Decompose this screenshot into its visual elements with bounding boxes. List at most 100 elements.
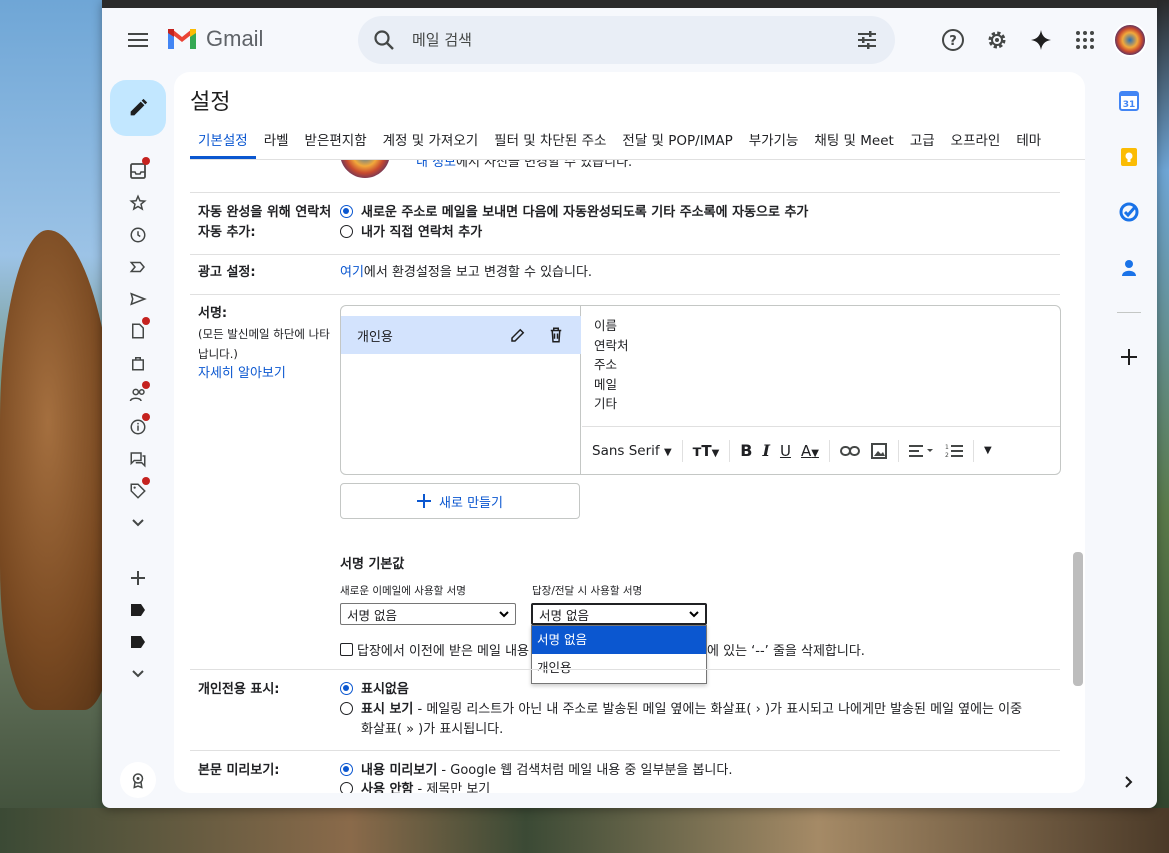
bold-icon[interactable]: B <box>740 441 752 460</box>
svg-text:31: 31 <box>1123 100 1136 110</box>
nav-promotions[interactable] <box>122 475 154 507</box>
tab-chat-meet[interactable]: 채팅 및 Meet <box>806 128 901 159</box>
main-menu-button[interactable] <box>120 22 156 58</box>
search-icon[interactable] <box>372 28 396 52</box>
tasks-app[interactable] <box>1117 200 1141 224</box>
create-new-signature-button[interactable]: 새로 만들기 <box>340 483 580 519</box>
font-select[interactable]: Sans Serif ▼ <box>592 443 672 459</box>
nav-important[interactable] <box>122 251 154 283</box>
snippets-option-show[interactable]: 내용 미리보기 - Google 웹 검색처럼 메일 내용 중 일부분을 봅니다… <box>340 761 732 781</box>
create-label-button[interactable] <box>122 562 154 594</box>
dropdown-option-none[interactable]: 서명 없음 <box>532 626 706 654</box>
forum-icon <box>130 452 146 468</box>
chevron-down-icon <box>499 611 509 618</box>
toolbar-divider <box>972 439 974 462</box>
radio-unselected[interactable] <box>340 702 353 715</box>
side-divider <box>1117 312 1141 313</box>
tab-filters[interactable]: 필터 및 차단된 주소 <box>486 128 614 159</box>
tab-accounts[interactable]: 계정 및 가져오기 <box>375 128 487 159</box>
search-input[interactable] <box>412 26 832 54</box>
nav-starred[interactable] <box>122 187 154 219</box>
search-options-icon[interactable] <box>855 28 879 52</box>
get-addons-button[interactable] <box>1117 345 1141 369</box>
align-icon[interactable] <box>908 444 935 458</box>
indicator-option-none[interactable]: 표시없음 <box>340 680 409 700</box>
contacts-app[interactable] <box>1117 256 1141 280</box>
nav-sent[interactable] <box>122 283 154 315</box>
settings-tabs: 기본설정 라벨 받은편지함 계정 및 가져오기 필터 및 차단된 주소 전달 및… <box>190 128 1085 160</box>
labels-more[interactable] <box>122 658 154 690</box>
new-email-signature-select[interactable]: 서명 없음 <box>340 603 516 625</box>
ads-link[interactable]: 여기 <box>340 265 364 280</box>
tab-labels[interactable]: 라벨 <box>256 128 297 159</box>
nav-updates[interactable] <box>122 411 154 443</box>
profile-link[interactable]: 내 정보 <box>416 160 456 170</box>
delete-trash-icon[interactable] <box>547 326 565 344</box>
italic-icon[interactable]: I <box>763 441 770 460</box>
show-side-panel-button[interactable] <box>1117 770 1141 794</box>
profile-picture-preview <box>340 160 390 178</box>
text-color-icon[interactable]: A▼ <box>801 442 819 460</box>
radio-unselected[interactable] <box>340 225 353 238</box>
signature-item-selected[interactable]: 개인용 <box>341 316 581 354</box>
autocomplete-option-auto[interactable]: 새로운 주소로 메일을 보내면 다음에 자동완성되도록 기타 주소록에 자동으로… <box>340 203 808 223</box>
tab-addons[interactable]: 부가기능 <box>741 128 807 159</box>
tab-general[interactable]: 기본설정 <box>190 128 256 159</box>
font-size-icon[interactable]: тT▼ <box>693 442 720 460</box>
account-avatar[interactable] <box>1113 23 1147 57</box>
search-bar[interactable] <box>358 16 895 64</box>
tab-advanced[interactable]: 고급 <box>902 128 943 159</box>
signature-text-editor[interactable]: 이름 연락처 주소 메일 기타 <box>582 306 1060 426</box>
settings-button[interactable] <box>977 20 1017 60</box>
autocomplete-option-manual[interactable]: 내가 직접 연락처 추가 <box>340 223 482 243</box>
nav-social[interactable] <box>122 379 154 411</box>
numbered-list-icon[interactable]: 12 <box>945 443 963 459</box>
indicator-option-show[interactable]: 표시 보기 - 메일링 리스트가 아닌 내 주소로 발송된 메일 옆에는 화살표… <box>340 700 1060 740</box>
radio-selected[interactable] <box>340 682 353 695</box>
chevron-right-icon <box>1125 776 1133 788</box>
unread-dot <box>142 413 150 421</box>
nav-forums[interactable] <box>122 443 154 475</box>
compose-button[interactable] <box>110 80 166 136</box>
keep-app[interactable] <box>1117 145 1141 169</box>
upgrade-button[interactable] <box>120 762 156 798</box>
support-button[interactable]: ? <box>933 20 973 60</box>
plus-icon <box>1121 349 1137 365</box>
calendar-app[interactable]: 31 <box>1117 89 1141 113</box>
tab-inbox[interactable]: 받은편지함 <box>297 128 375 159</box>
remove-dashes-checkbox[interactable] <box>340 643 353 656</box>
underline-icon[interactable]: U <box>780 442 791 460</box>
tab-offline[interactable]: 오프라인 <box>943 128 1009 159</box>
gmail-logo[interactable]: Gmail <box>166 26 263 52</box>
dropdown-option-personal[interactable]: 개인용 <box>532 654 706 682</box>
label-item[interactable] <box>122 626 154 658</box>
scrollbar[interactable] <box>1073 552 1083 686</box>
edit-pencil-icon[interactable] <box>509 326 527 344</box>
nav-more[interactable] <box>122 507 154 539</box>
radio-selected[interactable] <box>340 205 353 218</box>
row-divider <box>190 192 1060 193</box>
image-icon[interactable] <box>870 442 888 460</box>
gemini-button[interactable] <box>1021 20 1061 60</box>
nav-drafts[interactable] <box>122 315 154 347</box>
nav-snoozed[interactable] <box>122 219 154 251</box>
settings-content: 내 정보에서 사진을 변경할 수 있습니다. 자동 완성을 위해 연락처 자동 … <box>174 160 1069 793</box>
link-icon[interactable] <box>839 444 860 458</box>
reply-signature-dropdown: 서명 없음 개인용 <box>531 625 707 684</box>
reply-signature-select[interactable]: 서명 없음 <box>531 603 707 625</box>
nav-inbox[interactable] <box>122 155 154 187</box>
shopping-bag-icon <box>132 357 144 371</box>
tab-themes[interactable]: 테마 <box>1008 128 1049 159</box>
settings-panel: 설정 기본설정 라벨 받은편지함 계정 및 가져오기 필터 및 차단된 주소 전… <box>174 72 1085 793</box>
more-formatting-icon[interactable]: ▼ <box>984 445 992 456</box>
radio-unselected[interactable] <box>340 782 353 793</box>
label-item[interactable] <box>122 594 154 626</box>
tab-forwarding[interactable]: 전달 및 POP/IMAP <box>614 128 740 159</box>
chevron-down-icon <box>689 611 699 618</box>
snippets-option-hide[interactable]: 사용 안함 - 제목만 보기 <box>340 780 490 793</box>
apps-button[interactable] <box>1065 20 1105 60</box>
radio-selected[interactable] <box>340 763 353 776</box>
nav-purchases[interactable] <box>122 347 154 379</box>
learn-more-link[interactable]: 자세히 알아보기 <box>198 364 330 384</box>
calendar-icon: 31 <box>1119 91 1139 111</box>
